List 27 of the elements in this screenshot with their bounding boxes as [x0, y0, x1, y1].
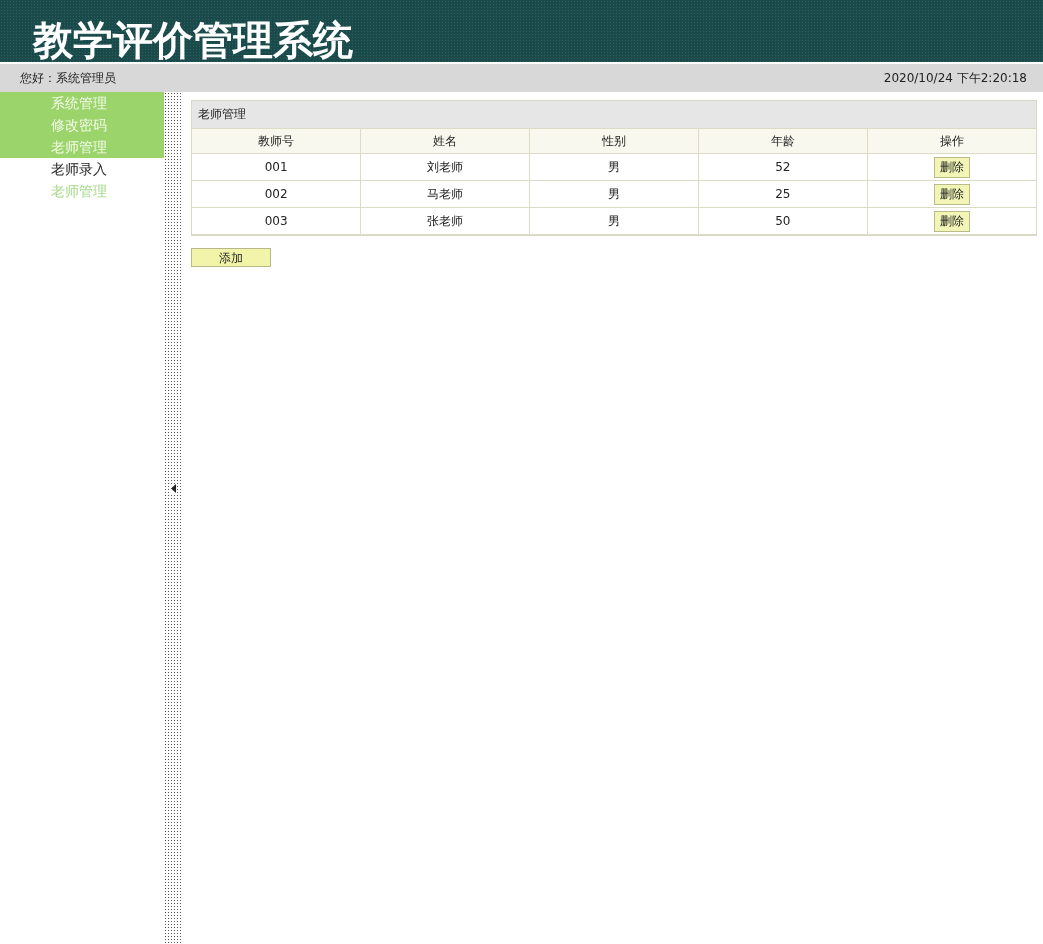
- collapse-arrow-icon[interactable]: [170, 483, 176, 493]
- table-cell: 男: [529, 207, 699, 235]
- table-cell: 25: [698, 180, 868, 208]
- datetime-text: 2020/10/24 下午2:20:18: [883, 69, 1027, 87]
- table-cell: 52: [698, 153, 868, 181]
- column-header: 操作: [867, 128, 1036, 154]
- table-cell: 男: [529, 180, 699, 208]
- table-cell: 男: [529, 153, 699, 181]
- table-cell: 001: [192, 153, 361, 181]
- column-header: 教师号: [192, 128, 361, 154]
- sidebar-item[interactable]: 老师录入: [0, 158, 164, 180]
- panel-title: 老师管理: [192, 101, 1036, 128]
- column-header: 性别: [529, 128, 699, 154]
- table-cell: 50: [698, 207, 868, 235]
- table-cell: 马老师: [360, 180, 530, 208]
- delete-button[interactable]: 删除: [933, 210, 970, 232]
- table-cell: 003: [192, 207, 361, 235]
- table-cell: 002: [192, 180, 361, 208]
- delete-button[interactable]: 删除: [933, 183, 970, 205]
- column-header: 姓名: [360, 128, 530, 154]
- table-cell: 张老师: [360, 207, 530, 235]
- delete-button[interactable]: 删除: [933, 156, 970, 178]
- table-cell: 刘老师: [360, 153, 530, 181]
- app-title: 教学评价管理系统: [33, 18, 353, 62]
- column-header: 年龄: [698, 128, 868, 154]
- add-button[interactable]: 添加: [191, 248, 271, 267]
- greeting-text: 您好：系统管理员: [20, 69, 116, 87]
